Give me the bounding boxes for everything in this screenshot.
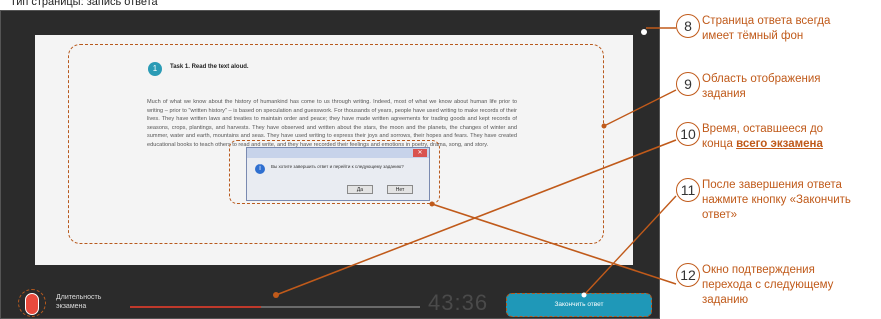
dialog-yes-button[interactable]: Да — [347, 185, 373, 194]
exam-timer: 43:36 — [428, 290, 489, 315]
callout-text: После завершения ответа нажмите кнопку «… — [702, 179, 851, 221]
callout-text: Область отображения задания — [702, 73, 821, 100]
dialog-message: Вы хотите завершить ответ и перейти к сл… — [271, 164, 404, 169]
callout-number: 8 — [676, 14, 700, 38]
callout-number: 9 — [676, 72, 700, 96]
callout-text: Страница ответа всегда имеет тёмный фон — [702, 15, 831, 42]
info-icon: i — [255, 164, 265, 174]
finish-answer-button[interactable]: Закончить ответ — [506, 293, 652, 317]
close-icon[interactable]: ✕ — [413, 149, 427, 157]
dialog-titlebar: ✕ — [247, 148, 429, 158]
duration-label: Длительность экзамена — [56, 294, 102, 310]
callout-text: Время, оставшееся до конца всего экзамен… — [702, 123, 824, 150]
callout-number: 10 — [676, 122, 700, 146]
dialog-no-button[interactable]: Нет — [387, 185, 413, 194]
page-caption: Тип страницы: запись ответа — [10, 0, 158, 8]
task-heading: Task 1. Read the text aloud. — [170, 64, 249, 70]
callout-underlined-text: всего экзамена — [736, 138, 823, 150]
exam-progress-fill — [130, 306, 261, 308]
callout-number: 12 — [676, 263, 700, 287]
microphone-icon — [18, 289, 46, 317]
callout-text: Окно подтверждения перехода с следующему… — [702, 264, 834, 306]
exam-progress-bar — [130, 306, 420, 308]
confirm-dialog: ✕ i Вы хотите завершить ответ и перейти … — [246, 147, 430, 201]
screen-marker-dot — [641, 29, 647, 35]
task-number-icon: 1 — [148, 62, 162, 76]
callout-number: 11 — [676, 178, 700, 202]
